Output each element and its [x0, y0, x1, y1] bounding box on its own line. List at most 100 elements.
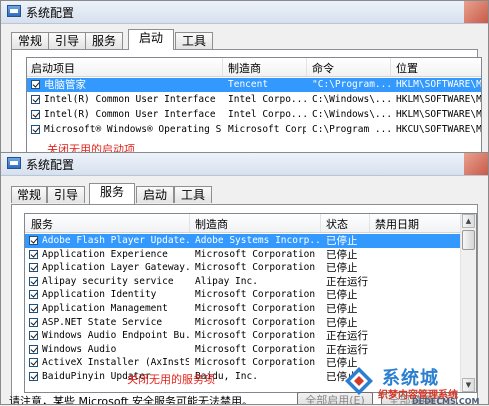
service-maker: Microsoft Corporation — [195, 248, 316, 260]
col-service[interactable]: 服务 — [31, 216, 53, 232]
col-disabled-date[interactable]: 禁用日期 — [375, 216, 419, 232]
service-status: 正在运行 — [326, 275, 368, 288]
col-manufacturer[interactable]: 制造商 — [195, 216, 228, 232]
window-title: 系统配置 — [26, 158, 75, 172]
service-row[interactable]: Windows Audio Microsoft Corporation 正在运行 — [25, 343, 461, 357]
checkbox-checked-icon[interactable] — [29, 331, 38, 341]
tab-services[interactable]: 服务 — [89, 183, 135, 204]
service-status: 已停止 — [326, 289, 358, 302]
service-status: 已停止 — [326, 248, 358, 261]
service-name: ActiveX Installer (AxInstSV) — [42, 357, 189, 369]
startup-item-name: Microsoft® Windows® Operating S... — [44, 124, 222, 135]
startup-item-name: Intel(R) Common User Interface — [44, 94, 216, 105]
checkbox-checked-icon[interactable] — [29, 249, 38, 259]
startup-item-command: C:\Windows\... — [312, 109, 390, 120]
startup-item-location: HKLM\SOFTWARE\M — [396, 79, 481, 90]
service-maker: Microsoft Corporation — [195, 357, 316, 369]
service-name: Windows Audio — [42, 343, 117, 355]
service-maker: Microsoft Corporation — [195, 316, 316, 328]
watermark: 系统城 织梦内容管理系统 DEDECMS.COM — [330, 362, 489, 406]
checkbox-checked-icon[interactable] — [29, 358, 38, 368]
service-name: Alipay security service — [42, 275, 174, 287]
security-services-note: 请注意，某些 Microsoft 安全服务可能无法禁用。 — [9, 395, 254, 405]
checkbox-checked-icon[interactable] — [31, 80, 40, 89]
service-status: 正在运行 — [326, 343, 368, 356]
service-row[interactable]: Application Layer Gateway... Microsoft Co… — [25, 261, 461, 275]
startup-item-maker: Tencent — [228, 79, 269, 90]
tab-startup[interactable]: 启动 — [136, 186, 174, 203]
checkbox-checked-icon[interactable] — [29, 263, 38, 273]
startup-item-maker: Intel Corpo... — [228, 109, 306, 120]
tab-general[interactable]: 常规 — [11, 32, 49, 49]
tab-tools[interactable]: 工具 — [175, 32, 213, 49]
checkbox-checked-icon[interactable] — [31, 95, 40, 104]
service-maker: Microsoft Corporation — [195, 343, 316, 355]
service-name: Application Layer Gateway... — [42, 262, 189, 274]
col-command[interactable]: 命令 — [312, 60, 334, 76]
service-row[interactable]: Application Identity Microsoft Corporatio… — [25, 288, 461, 302]
startup-item-location: HKLM\SOFTWARE\M — [396, 94, 481, 105]
startup-list: 启动项目 制造商 命令 位置 电脑管家 Tencent "C:\Program.… — [26, 57, 482, 159]
startup-row[interactable]: 电脑管家 Tencent "C:\Program... HKLM\SOFTWAR… — [27, 78, 481, 92]
window-title: 系统配置 — [26, 6, 75, 20]
checkbox-checked-icon[interactable] — [29, 344, 38, 354]
tab-services[interactable]: 服务 — [85, 32, 123, 49]
system-config-icon — [7, 157, 21, 169]
startup-item-location: HKCU\SOFTWARE\M — [396, 124, 481, 135]
checkbox-checked-icon[interactable] — [29, 372, 38, 381]
startup-item-name: Intel(R) Common User Interface — [44, 109, 216, 120]
checkbox-checked-icon[interactable] — [29, 304, 38, 313]
startup-item-command: "C:\Program... — [312, 79, 390, 90]
service-maker: Microsoft Corporation — [195, 262, 316, 274]
service-name: Adobe Flash Player Update... — [42, 235, 189, 246]
checkbox-checked-icon[interactable] — [29, 290, 38, 300]
service-row[interactable]: ASP.NET State Service Microsoft Corporati… — [25, 316, 461, 330]
tab-startup[interactable]: 启动 — [128, 29, 174, 50]
startup-row[interactable]: Intel(R) Common User Interface Intel Cor… — [27, 108, 481, 122]
service-row[interactable]: Windows Audio Endpoint Bu... Microsoft Co… — [25, 329, 461, 343]
service-row[interactable]: Application Experience Microsoft Corporat… — [25, 248, 461, 262]
service-maker: Microsoft Corporation — [195, 330, 316, 342]
tab-boot[interactable]: 引导 — [48, 32, 86, 49]
checkbox-checked-icon[interactable] — [29, 317, 38, 327]
service-status: 已停止 — [326, 235, 358, 247]
service-status: 已停止 — [326, 316, 358, 329]
service-maker: Alipay Inc. — [195, 275, 258, 287]
service-name: Application Management — [42, 303, 168, 314]
window-corner-decoration — [464, 1, 488, 23]
system-config-icon — [7, 5, 21, 17]
service-maker: Microsoft Corporation — [195, 303, 316, 314]
service-name: Application Experience — [42, 248, 168, 260]
window-corner-decoration — [464, 153, 488, 175]
service-status: 正在运行 — [326, 330, 368, 343]
service-row[interactable]: Alipay security service Alipay Inc. 正在运行 — [25, 275, 461, 289]
col-manufacturer[interactable]: 制造商 — [228, 60, 261, 76]
startup-item-command: C:\Program ... — [312, 124, 390, 135]
startup-row[interactable]: Microsoft® Windows® Operating S... Micro… — [27, 123, 481, 137]
col-startup-item[interactable]: 启动项目 — [31, 60, 75, 76]
title-bar: 系统配置 — [1, 1, 488, 24]
service-name: Windows Audio Endpoint Bu... — [42, 330, 189, 342]
checkbox-checked-icon[interactable] — [31, 125, 40, 134]
scrollbar-thumb[interactable] — [462, 230, 475, 250]
checkbox-checked-icon[interactable] — [31, 110, 40, 119]
watermark-logo-icon — [345, 367, 373, 395]
startup-panel: 启动项目 制造商 命令 位置 电脑管家 Tencent "C:\Program.… — [11, 49, 482, 159]
tab-boot[interactable]: 引导 — [47, 186, 85, 203]
tab-general[interactable]: 常规 — [11, 186, 47, 203]
col-location[interactable]: 位置 — [396, 60, 418, 76]
system-config-window-startup: 系统配置 常规 引导 服务 启动 工具 启动项目 制造商 命令 位置 电脑管家 … — [0, 0, 489, 160]
service-row[interactable]: Application Management Microsoft Corporat… — [25, 302, 461, 316]
annotation-disable-services: 关闭无用的服务项 — [127, 373, 215, 386]
service-name: ASP.NET State Service — [42, 316, 163, 328]
checkbox-checked-icon[interactable] — [29, 276, 38, 286]
title-bar: 系统配置 — [1, 153, 488, 176]
startup-row[interactable]: Intel(R) Common User Interface Intel Cor… — [27, 93, 481, 107]
col-status[interactable]: 状态 — [326, 216, 348, 232]
tab-tools[interactable]: 工具 — [174, 186, 212, 203]
scroll-up-icon[interactable]: ▲ — [462, 214, 475, 228]
service-row[interactable]: Adobe Flash Player Update... Adobe System… — [25, 234, 461, 248]
checkbox-checked-icon[interactable] — [29, 236, 38, 245]
startup-item-name: 电脑管家 — [44, 79, 86, 91]
service-status: 已停止 — [326, 303, 358, 315]
